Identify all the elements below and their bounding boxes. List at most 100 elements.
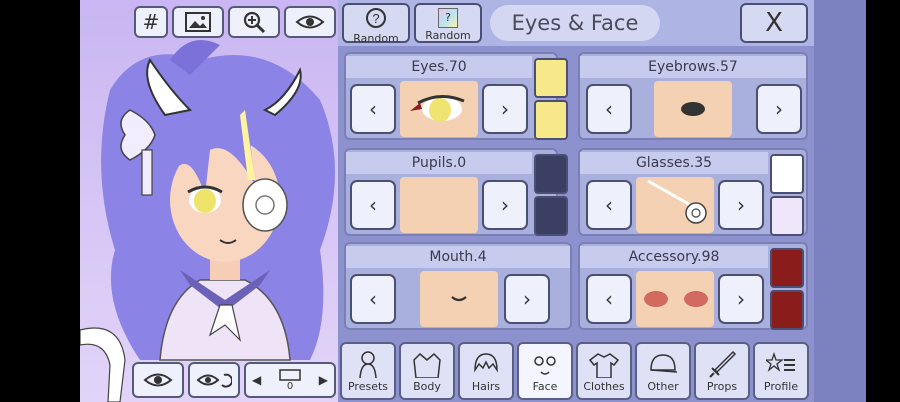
- next-arrow-icon[interactable]: ▶: [319, 373, 328, 387]
- tab-clothes[interactable]: Clothes: [576, 342, 632, 400]
- image-icon: [185, 12, 211, 32]
- grid-toggle-button[interactable]: #: [134, 6, 168, 38]
- rose-eyepatch-icon: [647, 179, 707, 224]
- pupils-preview: [400, 177, 478, 233]
- accessory-color-2[interactable]: [770, 290, 804, 330]
- character-illustration: [80, 40, 335, 402]
- chevron-left-icon: ‹: [369, 97, 377, 121]
- eyes-color-1[interactable]: [534, 58, 568, 98]
- eyebrow-style-icon: [681, 102, 705, 116]
- eye-rotate-icon: [196, 373, 232, 388]
- glasses-color-2[interactable]: [770, 196, 804, 236]
- glasses-next-button[interactable]: ›: [718, 180, 764, 230]
- tab-hairs[interactable]: Hairs: [458, 342, 514, 400]
- tshirt-icon: [589, 353, 619, 378]
- glasses-label: Glasses.35: [580, 152, 768, 174]
- glasses-selector: Glasses.35 ‹ ›: [578, 148, 808, 236]
- page-indicator: 0: [279, 368, 301, 392]
- random-all-label: Random: [353, 32, 399, 45]
- tab-presets[interactable]: Presets: [340, 342, 396, 400]
- eyebrows-label: Eyebrows.57: [580, 56, 806, 78]
- tab-hairs-label: Hairs: [471, 380, 501, 393]
- chevron-right-icon: ›: [523, 287, 531, 311]
- panel-title: Eyes & Face: [490, 5, 660, 41]
- mouth-next-button[interactable]: ›: [504, 274, 550, 324]
- random-color-icon: ?: [438, 8, 458, 28]
- character-preview: # ◀ 0 ▶: [80, 0, 338, 402]
- chevron-left-icon: ‹: [369, 287, 377, 311]
- eye-preview-button[interactable]: [132, 362, 184, 398]
- pupils-next-button[interactable]: ›: [482, 180, 528, 230]
- accessory-label: Accessory.98: [580, 246, 768, 268]
- hash-icon: #: [142, 10, 160, 34]
- tab-clothes-label: Clothes: [583, 380, 625, 393]
- glasses-color-1[interactable]: [770, 154, 804, 194]
- tab-body-label: Body: [413, 380, 441, 393]
- background-button[interactable]: [172, 6, 224, 38]
- chevron-right-icon: ›: [737, 193, 745, 217]
- tab-profile[interactable]: Profile: [753, 342, 809, 400]
- random-color-button[interactable]: ? Random: [414, 3, 482, 43]
- chevron-left-icon: ‹: [605, 287, 613, 311]
- eyes-color-2[interactable]: [534, 100, 568, 140]
- accessory-next-button[interactable]: ›: [718, 274, 764, 324]
- eyes-preview: [400, 81, 478, 137]
- game-screen: # ◀ 0 ▶ ? Random ? Random Eyes & Face X …: [80, 0, 866, 402]
- accessory-prev-button[interactable]: ‹: [586, 274, 632, 324]
- tab-other-label: Other: [647, 380, 679, 393]
- chevron-right-icon: ›: [501, 97, 509, 121]
- accessory-selector: Accessory.98 ‹ ›: [578, 242, 808, 330]
- random-all-button[interactable]: ? Random: [342, 3, 410, 45]
- pupils-prev-button[interactable]: ‹: [350, 180, 396, 230]
- page-selector[interactable]: ◀ 0 ▶: [244, 362, 336, 398]
- chevron-left-icon: ‹: [605, 97, 613, 121]
- side-strip: [814, 0, 866, 402]
- chevron-left-icon: ‹: [605, 193, 613, 217]
- blush-icon: [644, 291, 708, 307]
- panel-header: ? Random ? Random Eyes & Face X: [338, 0, 814, 46]
- prev-arrow-icon[interactable]: ◀: [252, 373, 261, 387]
- pupils-color-1[interactable]: [534, 154, 568, 194]
- eyes-prev-button[interactable]: ‹: [350, 84, 396, 134]
- mouth-selector: Mouth.4 ‹ ›: [344, 242, 572, 330]
- close-button[interactable]: X: [740, 3, 808, 43]
- accessory-color-1[interactable]: [770, 248, 804, 288]
- close-icon: X: [765, 8, 783, 38]
- face-icon: [534, 356, 556, 375]
- pupils-label: Pupils.0: [346, 152, 532, 174]
- zoom-in-icon: [243, 11, 266, 34]
- tab-body[interactable]: Body: [399, 342, 455, 400]
- preview-icon: [279, 368, 301, 381]
- pupils-selector: Pupils.0 ‹ ›: [344, 148, 568, 236]
- page-count: 0: [286, 380, 294, 392]
- chevron-right-icon: ›: [501, 193, 509, 217]
- glasses-prev-button[interactable]: ‹: [586, 180, 632, 230]
- chevron-right-icon: ›: [775, 97, 783, 121]
- eyebrows-next-button[interactable]: ›: [756, 84, 802, 134]
- mouth-preview: [420, 271, 498, 327]
- eyes-selector: Eyes.70 ‹ ›: [344, 52, 568, 140]
- customization-panel: ? Random ? Random Eyes & Face X Eyes.70 …: [338, 0, 866, 402]
- star-list-icon: [766, 351, 795, 372]
- svg-text:?: ?: [372, 11, 379, 26]
- tab-face[interactable]: Face: [517, 342, 573, 400]
- eyes-next-button[interactable]: ›: [482, 84, 528, 134]
- tab-props[interactable]: Props: [694, 342, 750, 400]
- visibility-button[interactable]: [284, 6, 336, 38]
- eye-icon: [143, 373, 173, 387]
- eye-reset-button[interactable]: [188, 362, 240, 398]
- eyebrows-prev-button[interactable]: ‹: [586, 84, 632, 134]
- zoom-button[interactable]: [228, 6, 280, 38]
- person-icon: [359, 351, 377, 378]
- tab-presets-label: Presets: [347, 380, 389, 393]
- tab-other[interactable]: Other: [635, 342, 691, 400]
- pupils-color-2[interactable]: [534, 196, 568, 236]
- tab-profile-label: Profile: [763, 380, 799, 393]
- question-icon: ?: [366, 8, 386, 28]
- eyebrows-preview: [654, 81, 732, 137]
- mouth-style-icon: [451, 296, 467, 302]
- eyes-label: Eyes.70: [346, 56, 532, 78]
- eye-icon: [295, 15, 325, 29]
- tab-props-label: Props: [706, 380, 738, 393]
- mouth-prev-button[interactable]: ‹: [350, 274, 396, 324]
